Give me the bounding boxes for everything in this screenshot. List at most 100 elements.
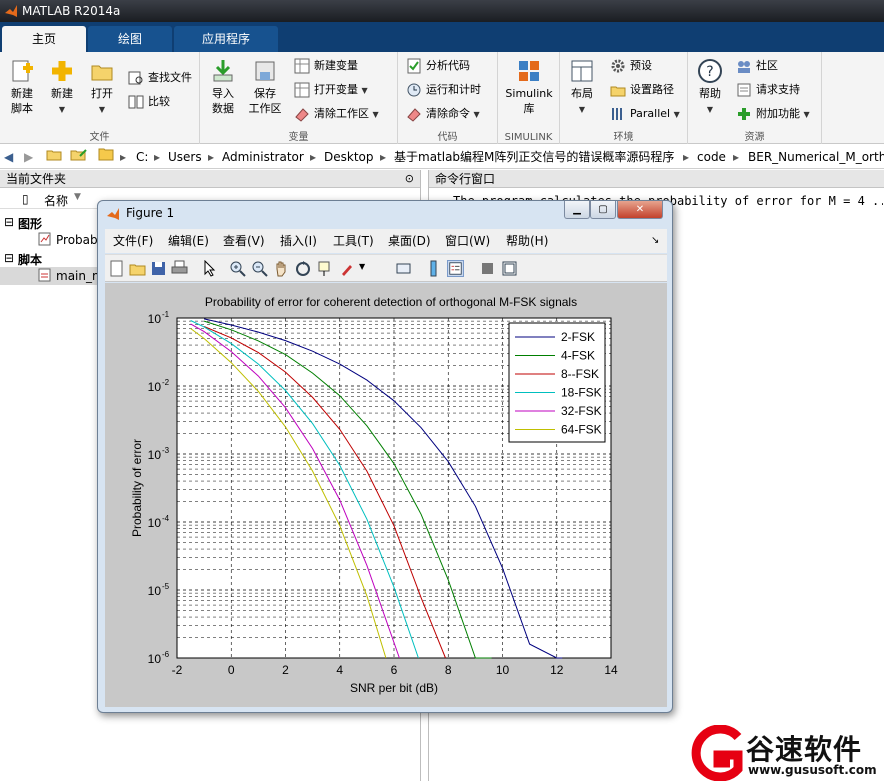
new-button[interactable]: 新建 ▼ [42,56,82,117]
new-variable-button[interactable]: 新建变量 [294,56,358,76]
community-button[interactable]: 社区 [736,56,778,76]
parallel-button[interactable]: Parallel ▼ [610,104,680,124]
crumb-project-folder[interactable]: 基于matlab编程M阵列正交信号的错误概率源码程序 [394,145,674,169]
figure-file-item[interactable]: Probab [56,233,98,247]
run-and-time-button[interactable]: 运行和计时 [406,80,481,100]
analyze-code-button[interactable]: 分析代码 [406,56,470,76]
open-variable-button[interactable]: 打开变量 ▼ [294,80,368,100]
new-script-label-1: 新建 [11,87,33,100]
code-group: 分析代码 运行和计时 清除命令 ▼ 代码 [398,52,498,144]
preferences-button[interactable]: 预设 [610,56,652,76]
resources-group-label: 资源 [744,132,765,143]
layout-button[interactable]: 布局 ▼ [562,56,602,117]
menu-edit[interactable]: 编辑(E) [168,229,209,253]
add-ons-icon [738,108,750,120]
clear-commands-button[interactable]: 清除命令 ▼ [406,104,480,124]
new-script-button[interactable]: 新建 脚本 [2,56,42,116]
add-ons-button[interactable]: 附加功能 ▼ [736,104,810,124]
colorbar-icon[interactable] [425,260,442,277]
pan-hand-icon[interactable] [273,260,290,277]
set-path-button[interactable]: 设置路径 [610,80,674,100]
app-title: MATLAB R2014a [22,4,121,18]
brush-icon[interactable] [339,260,356,277]
back-arrow-icon[interactable]: ◀ [4,145,13,169]
y-tick-label: 10 -4 [148,514,170,530]
menu-view[interactable]: 查看(V) [223,229,265,253]
new-label: 新建 [51,87,73,100]
save-icon[interactable] [150,260,167,277]
browse-folder-icon[interactable] [70,145,88,169]
analyze-code-icon [407,58,421,74]
clear-workspace-label: 清除工作区 [314,107,369,120]
save-workspace-button[interactable]: 保存 工作区 [245,56,285,116]
compare-icon [128,95,144,109]
find-files-button[interactable]: 查找文件 [128,68,192,88]
help-button[interactable]: ? 帮助 ▼ [690,56,730,117]
show-plot-tools-icon[interactable] [501,260,518,277]
tab-home[interactable]: 主页 [2,26,86,52]
new-figure-icon[interactable] [108,260,125,277]
find-files-icon [128,71,143,85]
path-sep-icon: ▸ [683,150,690,164]
rotate-3d-icon[interactable] [295,260,312,277]
crumb-ber-folder[interactable]: BER_Numerical_M_orthogonal [748,145,884,169]
minimize-button[interactable]: ▁ [564,201,590,219]
clear-commands-label: 清除命令 [426,107,470,120]
print-icon[interactable] [171,260,188,277]
ribbon-tab-strip: 主页 绘图 应用程序 [0,22,884,52]
maximize-button[interactable]: ▢ [590,201,616,219]
tab-apps[interactable]: 应用程序 [174,26,278,52]
crumb-c-drive[interactable]: C: [136,145,148,169]
import-label-1: 导入 [212,87,234,100]
menu-dock-arrow-icon[interactable]: ↘ [651,229,659,253]
column-name-header[interactable]: 名称 [44,192,68,209]
menu-help[interactable]: 帮助(H) [506,229,548,253]
zoom-out-icon[interactable] [251,260,268,277]
data-cursor-icon[interactable] [317,260,334,277]
import-data-button[interactable]: 导入 数据 [203,56,243,116]
menu-tools[interactable]: 工具(T) [333,229,374,253]
path-sep-icon: ▸ [120,150,127,164]
y-tick-base: 10 [148,584,162,598]
legend-icon[interactable] [447,260,464,277]
crumb-desktop[interactable]: Desktop [324,145,374,169]
brush-arrow-icon[interactable]: ▼ [359,262,365,271]
path-sep-icon: ▸ [733,150,740,164]
crumb-users[interactable]: Users [168,145,202,169]
close-button[interactable]: ✕ [617,201,663,219]
crumb-code[interactable]: code [697,145,726,169]
tab-plots[interactable]: 绘图 [88,26,172,52]
menu-desktop[interactable]: 桌面(D) [388,229,431,253]
x-tick-label: -2 [172,663,183,677]
chart-legend[interactable]: 2-FSK 4-FSK 8--FSK 18-FSK 32-FSK 64-FSK [508,322,606,443]
menu-file[interactable]: 文件(F) [113,229,153,253]
zoom-in-icon[interactable] [229,260,246,277]
menu-window[interactable]: 窗口(W) [445,229,490,253]
link-plot-icon[interactable] [395,260,412,277]
y-tick-base: 10 [148,380,162,394]
open-file-icon[interactable] [129,260,146,277]
menu-insert[interactable]: 插入(I) [280,229,317,253]
select-arrow-icon[interactable] [201,260,218,277]
panel-options-icon[interactable]: ⊙ [405,170,414,188]
figure-menu-bar: 文件(F) 编辑(E) 查看(V) 插入(I) 工具(T) 桌面(D) 窗口(W… [105,229,667,253]
figure-title: Figure 1 [126,206,175,220]
up-folder-icon[interactable] [46,145,62,169]
request-support-button[interactable]: 请求支持 [736,80,800,100]
collapse-scripts-icon[interactable]: ⊟ [4,251,14,265]
clear-workspace-button[interactable]: 清除工作区 ▼ [294,104,379,124]
compare-button[interactable]: 比较 [128,92,170,112]
x-axis-label: SNR per bit (dB) [350,681,438,695]
file-group-label: 文件 [89,132,110,143]
x-tick-label: 6 [391,663,398,677]
forward-arrow-icon[interactable]: ▶ [24,145,33,169]
set-path-label: 设置路径 [630,83,674,96]
crumb-administrator[interactable]: Administrator [222,145,304,169]
open-button[interactable]: 打开 ▼ [82,56,122,117]
simulink-library-button[interactable]: Simulink 库 [502,56,556,116]
y-tick-label: 10 -3 [148,446,170,462]
hide-plot-tools-icon[interactable] [479,260,496,277]
figure-window[interactable]: Figure 1 ▁ ▢ ✕ 文件(F) 编辑(E) 查看(V) 插入(I) 工… [97,200,673,713]
collapse-figures-icon[interactable]: ⊟ [4,215,14,229]
x-tick-label: 12 [550,663,564,677]
